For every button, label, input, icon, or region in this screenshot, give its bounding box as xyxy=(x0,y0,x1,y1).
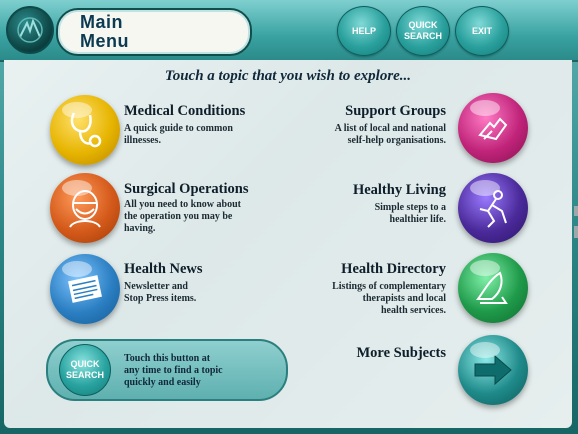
app-window: Main Menu HELP QUICK SEARCH EXIT Touch a… xyxy=(0,0,578,434)
support-groups-title[interactable]: Support Groups xyxy=(345,103,446,120)
healthy-living-desc: Simple steps to a healthier life. xyxy=(375,202,446,226)
help-button-label: HELP xyxy=(351,25,376,36)
health-directory-title[interactable]: Health Directory xyxy=(341,261,446,278)
support-desc-line2: self-help organisations. xyxy=(347,135,446,146)
instruction-prompt: Touch a topic that you wish to explore..… xyxy=(164,68,412,84)
directory-icon xyxy=(476,271,508,304)
header-bar: Main Menu HELP QUICK SEARCH EXIT xyxy=(0,0,578,62)
page-title: Main Menu xyxy=(56,8,252,56)
quick-search-hint-line3: quickly and easily xyxy=(124,377,201,388)
surgical-desc-line2: the operation you may be xyxy=(124,211,233,222)
scroll-tab-lower xyxy=(574,226,578,238)
more-subjects-title[interactable]: More Subjects xyxy=(356,345,446,362)
quick-search-panel: QUICK SEARCH Touch this button at any ti… xyxy=(46,339,288,401)
more-subjects-button[interactable] xyxy=(458,335,528,405)
quick-search-header-button[interactable]: QUICK SEARCH xyxy=(396,6,450,56)
medical-conditions-desc: A quick guide to common illnesses. xyxy=(124,123,233,147)
quick-search-hint: Touch this button at any time to find a … xyxy=(124,353,223,389)
news-desc-line2: Stop Press items. xyxy=(124,293,197,304)
health-news-desc: Newsletter and Stop Press items. xyxy=(124,281,196,305)
exercise-icon xyxy=(479,190,507,228)
medical-conditions-title[interactable]: Medical Conditions xyxy=(124,103,245,120)
health-directory-button[interactable] xyxy=(458,253,528,323)
exit-button[interactable]: EXIT xyxy=(455,6,509,56)
surgical-operations-desc: All you need to know about the operation… xyxy=(124,199,241,235)
surgical-operations-title[interactable]: Surgical Operations xyxy=(124,181,248,198)
quick-search-header-label-2: SEARCH xyxy=(403,31,442,41)
living-desc-line1: Simple steps to a xyxy=(374,202,446,213)
arrow-right-icon xyxy=(474,354,512,386)
help-button[interactable]: HELP xyxy=(337,6,391,56)
support-desc-line1: A list of local and national xyxy=(334,123,446,134)
healthy-living-title[interactable]: Healthy Living xyxy=(353,182,446,199)
main-panel: Touch a topic that you wish to explore..… xyxy=(4,60,572,428)
news-desc-line1: Newsletter and xyxy=(124,281,188,292)
logo xyxy=(6,6,54,54)
medical-desc-line1: A quick guide to common xyxy=(124,123,233,134)
quick-search-hint-line2: any time to find a topic xyxy=(124,365,223,376)
directory-desc-line2: therapists and local xyxy=(362,293,446,304)
page-title-line2: Menu xyxy=(80,31,129,51)
surgical-operations-button[interactable] xyxy=(50,173,120,243)
medical-desc-line2: illnesses. xyxy=(124,135,161,146)
surgical-desc-line1: All you need to know about xyxy=(124,199,241,210)
logo-icon xyxy=(17,17,43,43)
support-groups-desc: A list of local and national self-help o… xyxy=(335,123,446,147)
newspaper-icon xyxy=(68,275,102,303)
quick-search-header-label-1: QUICK xyxy=(408,20,438,30)
surgical-desc-line3: having. xyxy=(124,223,156,234)
directory-desc-line3: health services. xyxy=(381,305,446,316)
quick-search-button-line1: QUICK xyxy=(70,359,100,369)
surgeon-icon xyxy=(69,190,101,228)
support-groups-button[interactable] xyxy=(458,93,528,163)
health-news-title[interactable]: Health News xyxy=(124,261,203,278)
health-news-button[interactable] xyxy=(50,254,120,324)
medical-conditions-button[interactable] xyxy=(50,95,120,165)
stethoscope-icon xyxy=(70,112,102,148)
healthy-living-button[interactable] xyxy=(458,173,528,243)
hands-icon xyxy=(478,117,508,141)
quick-search-button-line2: SEARCH xyxy=(65,370,104,380)
scroll-tab-upper xyxy=(574,206,578,216)
health-directory-desc: Listings of complementary therapists and… xyxy=(332,281,446,317)
quick-search-button[interactable]: QUICK SEARCH xyxy=(59,344,111,396)
page-title-line1: Main xyxy=(80,12,124,32)
exit-button-label: EXIT xyxy=(471,25,492,36)
living-desc-line2: healthier life. xyxy=(389,214,446,225)
quick-search-hint-line1: Touch this button at xyxy=(124,353,211,364)
directory-desc-line1: Listings of complementary xyxy=(332,281,446,292)
